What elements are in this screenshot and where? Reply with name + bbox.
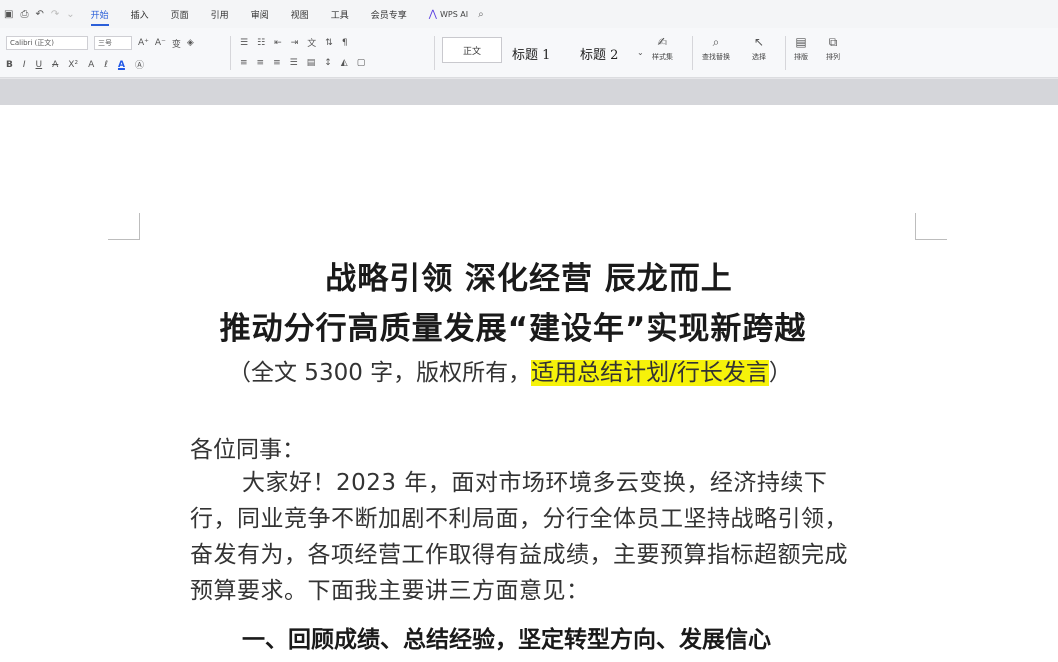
tab-tools[interactable]: 工具 xyxy=(331,8,349,21)
document-page[interactable]: 战略引领 深化经营 辰龙而上 推动分行高质量发展“建设年”实现新跨越 （全文 5… xyxy=(0,105,1058,662)
highlight-icon[interactable]: ℓ xyxy=(104,60,108,70)
justify-icon[interactable]: ☰ xyxy=(290,58,298,68)
underline-icon[interactable]: U xyxy=(36,60,43,70)
highlighted-text: 适用总结计划/行长发言 xyxy=(531,360,769,386)
margin-mark-left xyxy=(108,239,140,240)
styles-icon: ✍ xyxy=(657,35,668,49)
select-label: 选择 xyxy=(752,53,766,61)
tab-references[interactable]: 引用 xyxy=(211,8,229,21)
align-right-icon[interactable]: ≡ xyxy=(273,58,281,68)
styles-button[interactable]: ✍ 样式集 xyxy=(652,36,673,62)
align-center-icon[interactable]: ≡ xyxy=(257,58,265,68)
chevron-down-icon[interactable]: ⌄ xyxy=(66,9,74,20)
style-heading-2[interactable]: 标题 2 xyxy=(580,44,618,63)
align-left-icon[interactable]: ≡ xyxy=(240,58,248,68)
border-icon[interactable]: ▢ xyxy=(357,58,366,68)
ribbon-divider xyxy=(692,36,693,70)
document-subtitle: （全文 5300 字，版权所有，适用总结计划/行长发言） xyxy=(228,353,792,387)
subtitle-suffix: ） xyxy=(768,360,792,386)
layout-label: 排版 xyxy=(794,53,808,61)
document-title-line-2: 推动分行高质量发展“建设年”实现新跨越 xyxy=(219,311,807,347)
ribbon-divider xyxy=(230,36,231,70)
quick-access-toolbar: ▣ ⎙ ↶ ↷ ⌄ xyxy=(4,9,75,20)
italic-icon[interactable]: I xyxy=(23,60,26,70)
cursor-icon: ↖ xyxy=(753,35,765,49)
select-button[interactable]: ↖ 选择 xyxy=(752,36,766,62)
save-icon[interactable]: ▣ xyxy=(4,9,13,20)
ribbon-toolbar: Calibri (正文) 三号 A⁺ A⁻ 变 ◈ B I U A X² A ℓ… xyxy=(0,28,1058,78)
document-title-line-1: 战略引领 深化经营 辰龙而上 xyxy=(325,261,733,297)
style-normal[interactable]: 正文 xyxy=(442,37,502,63)
font-color-icon[interactable]: A xyxy=(118,60,125,70)
grow-font-icon[interactable]: A⁺ xyxy=(138,38,149,48)
layout-button[interactable]: ▤ 排版 xyxy=(794,36,808,62)
decrease-indent-icon[interactable]: ⇤ xyxy=(274,38,282,48)
margin-mark-left xyxy=(139,213,140,240)
undo-icon[interactable]: ↶ xyxy=(35,9,43,20)
greeting: 各位同事： xyxy=(190,437,305,463)
font-name-select[interactable]: Calibri (正文) xyxy=(6,36,88,50)
styles-label: 样式集 xyxy=(652,53,673,61)
font-size-select[interactable]: 三号 xyxy=(94,36,132,50)
section-heading: 一、回顾成绩、总结经验，坚定转型方向、发展信心 xyxy=(242,627,771,653)
increase-indent-icon[interactable]: ⇥ xyxy=(291,38,299,48)
style-heading-1[interactable]: 标题 1 xyxy=(512,44,550,63)
tab-insert[interactable]: 插入 xyxy=(131,8,149,21)
arrange-icon: ⧉ xyxy=(828,35,838,49)
numbered-list-icon[interactable]: ☷ xyxy=(257,38,265,48)
find-label: 查找替换 xyxy=(702,53,730,61)
ribbon-divider xyxy=(434,36,435,70)
text-effect-icon[interactable]: A xyxy=(88,60,94,70)
shading-icon[interactable]: ◭ xyxy=(341,58,348,68)
find-icon: ⌕ xyxy=(712,35,720,49)
arrange-label: 排列 xyxy=(826,53,840,61)
ribbon-divider xyxy=(785,36,786,70)
styles-more-icon[interactable]: ⌄ xyxy=(637,48,644,57)
subtitle-prefix: （全文 5300 字，版权所有， xyxy=(228,360,532,386)
layout-icon: ▤ xyxy=(795,35,807,49)
clear-format-icon[interactable]: ◈ xyxy=(187,38,194,48)
tab-review[interactable]: 审阅 xyxy=(251,8,269,21)
char-border-icon[interactable]: Ⓐ xyxy=(135,58,144,71)
tab-member[interactable]: 会员专享 xyxy=(371,8,407,21)
body-paragraph: 大家好！2023 年，面对市场环境多云变换，经济持续下行，同业竞争不断加剧不利局… xyxy=(190,470,848,604)
shrink-font-icon[interactable]: A⁻ xyxy=(155,38,166,48)
sort-icon[interactable]: ⇅ xyxy=(325,38,333,48)
menu-bar: ▣ ⎙ ↶ ↷ ⌄ 开始 插入 页面 引用 审阅 视图 工具 会员专享 ⋀ WP… xyxy=(0,0,1058,28)
chinese-layout-icon[interactable]: 文 xyxy=(307,36,316,49)
tab-home[interactable]: 开始 xyxy=(90,8,109,26)
search-icon[interactable]: ⌕ xyxy=(478,9,484,20)
show-marks-icon[interactable]: ¶ xyxy=(342,38,348,48)
arrange-button[interactable]: ⧉ 排列 xyxy=(826,36,840,62)
wps-ai-button[interactable]: ⋀ WPS AI xyxy=(429,9,468,20)
bold-icon[interactable]: B xyxy=(6,60,13,70)
redo-icon[interactable]: ↷ xyxy=(51,9,59,20)
superscript-icon[interactable]: X² xyxy=(68,60,78,70)
bullet-list-icon[interactable]: ☰ xyxy=(240,38,248,48)
print-icon[interactable]: ⎙ xyxy=(20,9,28,20)
ruler-band xyxy=(0,79,1058,105)
wps-ai-label: WPS AI xyxy=(439,9,469,19)
line-spacing-icon[interactable]: ↕ xyxy=(324,58,332,68)
tab-page[interactable]: 页面 xyxy=(171,8,189,21)
margin-mark-right xyxy=(915,239,947,240)
margin-mark-right xyxy=(915,213,916,240)
wps-ai-icon: ⋀ xyxy=(428,8,437,20)
phonetic-icon[interactable]: 变 xyxy=(172,37,181,50)
find-replace-button[interactable]: ⌕ 查找替换 xyxy=(702,36,730,62)
tab-view[interactable]: 视图 xyxy=(291,8,309,21)
strikethrough-icon[interactable]: A xyxy=(52,60,58,70)
distribute-icon[interactable]: ▤ xyxy=(307,58,316,68)
